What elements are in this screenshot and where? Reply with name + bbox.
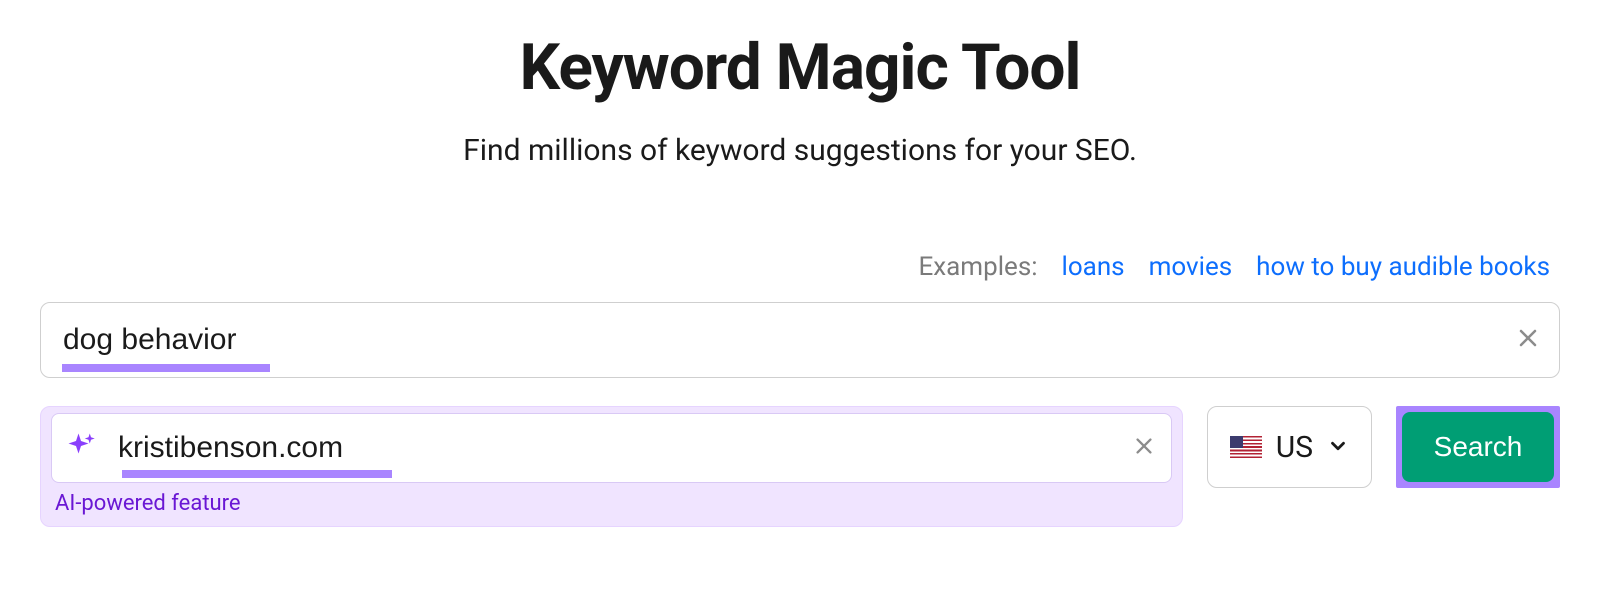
ai-domain-block: AI-powered feature: [40, 406, 1183, 527]
sparkle-icon: [66, 431, 96, 465]
ai-feature-label: AI-powered feature: [51, 491, 1172, 516]
domain-input-container: [51, 413, 1172, 483]
clear-keyword-icon[interactable]: [1516, 326, 1540, 354]
example-link-loans[interactable]: loans: [1062, 252, 1125, 282]
highlight-underline: [122, 470, 392, 478]
country-code-label: US: [1276, 430, 1313, 465]
chevron-down-icon: [1327, 430, 1349, 465]
examples-label: Examples:: [918, 252, 1037, 282]
example-link-audible[interactable]: how to buy audible books: [1256, 252, 1550, 282]
us-flag-icon: [1230, 436, 1262, 458]
clear-domain-icon[interactable]: [1133, 435, 1155, 461]
example-link-movies[interactable]: movies: [1149, 252, 1233, 282]
search-button-highlight: Search: [1396, 406, 1560, 488]
page-title: Keyword Magic Tool: [40, 30, 1560, 105]
domain-input[interactable]: [118, 431, 1119, 465]
examples-row: Examples: loans movies how to buy audibl…: [40, 252, 1560, 282]
search-button[interactable]: Search: [1402, 412, 1554, 482]
highlight-underline: [62, 364, 270, 372]
keyword-input-container: [40, 302, 1560, 378]
page-subtitle: Find millions of keyword suggestions for…: [40, 133, 1560, 168]
country-select[interactable]: US: [1207, 406, 1372, 488]
